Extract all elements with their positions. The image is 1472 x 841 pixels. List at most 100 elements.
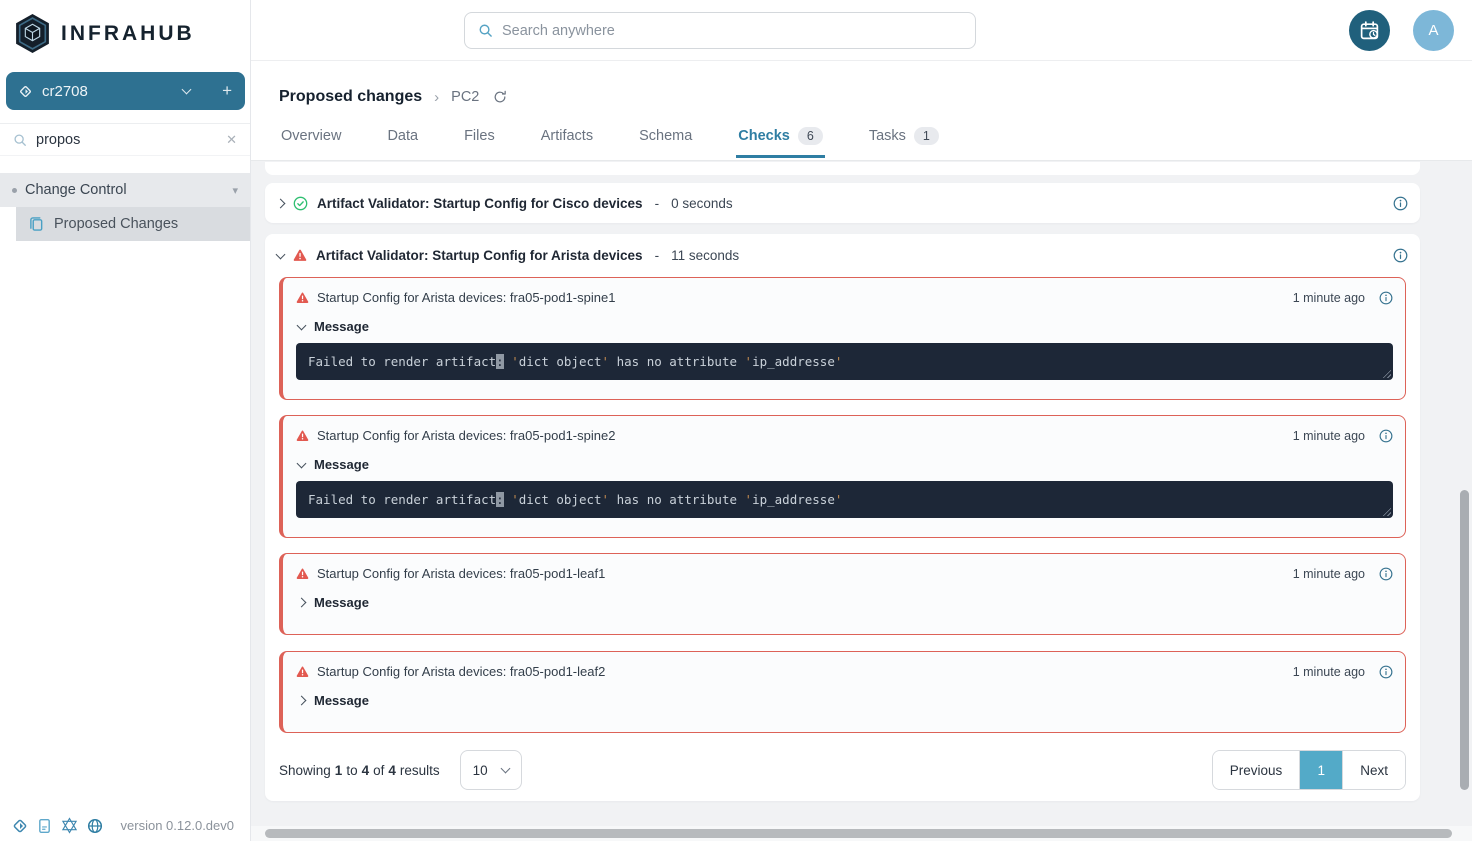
chevron-down-icon[interactable] — [297, 320, 307, 330]
resize-handle[interactable] — [1382, 369, 1391, 378]
chevron-down-icon[interactable] — [297, 458, 307, 468]
global-search — [464, 12, 976, 49]
tab-overview[interactable]: Overview — [279, 125, 343, 158]
horizontal-scrollbar-thumb[interactable] — [265, 829, 1452, 838]
clear-search-icon[interactable]: ✕ — [226, 132, 237, 148]
info-icon[interactable] — [1379, 665, 1393, 679]
text-cursor: : — [496, 492, 504, 507]
page-size-select[interactable]: 10 — [460, 750, 522, 790]
chevron-right-icon[interactable] — [297, 696, 307, 706]
schedule-button[interactable] — [1349, 10, 1390, 51]
check-timestamp: 1 minute ago — [1293, 567, 1365, 581]
refresh-icon[interactable] — [493, 90, 507, 104]
info-icon[interactable] — [1379, 291, 1393, 305]
app-logo-text: INFRAHUB — [61, 22, 195, 46]
proposed-changes-icon — [29, 216, 44, 232]
check-timestamp: 1 minute ago — [1293, 291, 1365, 305]
check-card-spine1: Startup Config for Arista devices: fra05… — [279, 277, 1406, 400]
check-title: Startup Config for Arista devices: fra05… — [317, 290, 615, 305]
tab-files[interactable]: Files — [462, 125, 497, 158]
info-icon[interactable] — [1379, 429, 1393, 443]
branch-footer-icon[interactable] — [12, 818, 28, 834]
tab-data[interactable]: Data — [385, 125, 420, 158]
validator-row-arista[interactable]: Artifact Validator: Startup Config for A… — [265, 234, 1420, 277]
separator: - — [655, 248, 660, 263]
app-logo[interactable]: INFRAHUB — [0, 0, 250, 56]
message-toggle[interactable]: Message — [296, 595, 1393, 610]
graphql-icon[interactable] — [61, 817, 78, 834]
success-check-icon — [293, 196, 308, 211]
validator-name: Artifact Validator: Startup Config for C… — [317, 196, 643, 211]
check-title: Startup Config for Arista devices: fra05… — [317, 428, 615, 443]
validator-row-cisco[interactable]: Artifact Validator: Startup Config for C… — [265, 183, 1420, 223]
validator-duration: 11 seconds — [671, 248, 739, 263]
search-icon — [13, 133, 27, 147]
checks-count-badge: 6 — [798, 127, 823, 145]
message-toggle[interactable]: Message — [296, 457, 1393, 472]
pager: Previous 1 Next — [1212, 750, 1406, 790]
sidebar-group-change-control[interactable]: Change Control ▾ — [0, 173, 250, 207]
check-title: Startup Config for Arista devices: fra05… — [317, 566, 605, 581]
error-message-output[interactable]: Failed to render artifact: 'dict object'… — [296, 343, 1393, 380]
validator-duration: 0 seconds — [671, 196, 733, 211]
tab-artifacts[interactable]: Artifacts — [539, 125, 595, 158]
branch-selector[interactable]: cr2708 + — [6, 72, 245, 110]
main-area: A Proposed changes › PC2 Overview Data F… — [251, 0, 1472, 841]
info-icon[interactable] — [1379, 567, 1393, 581]
scrolled-card-edge — [265, 162, 1420, 175]
sidebar-item-proposed-changes[interactable]: Proposed Changes — [16, 207, 250, 241]
check-card-leaf1: Startup Config for Arista devices: fra05… — [279, 553, 1406, 635]
tab-schema[interactable]: Schema — [637, 125, 694, 158]
message-toggle[interactable]: Message — [296, 693, 1393, 708]
sidebar-search: ✕ — [0, 123, 250, 156]
page-1-button[interactable]: 1 — [1299, 751, 1342, 789]
text-cursor: : — [496, 354, 504, 369]
dropdown-triangle-icon: ▾ — [232, 184, 238, 197]
horizontal-scrollbar[interactable] — [251, 826, 1472, 841]
check-card-spine2: Startup Config for Arista devices: fra05… — [279, 415, 1406, 538]
error-warning-icon — [293, 249, 307, 262]
validator-name: Artifact Validator: Startup Config for A… — [316, 248, 643, 263]
info-icon[interactable] — [1393, 196, 1408, 211]
openapi-icon[interactable] — [87, 818, 103, 834]
chevron-right-icon[interactable] — [297, 598, 307, 608]
sidebar: INFRAHUB cr2708 + ✕ Change Control ▾ Pro… — [0, 0, 251, 841]
user-avatar[interactable]: A — [1413, 10, 1454, 51]
resize-handle[interactable] — [1382, 507, 1391, 516]
calendar-clock-icon — [1359, 20, 1380, 41]
sidebar-footer: version 0.12.0.dev0 — [0, 817, 250, 834]
chevron-down-icon[interactable] — [276, 249, 286, 259]
chevron-down-icon — [500, 764, 510, 774]
tasks-count-badge: 1 — [914, 127, 939, 145]
sidebar-group-label: Change Control — [25, 182, 127, 198]
results-summary: Showing 1 to 4 of 4 results — [279, 763, 440, 778]
topbar: A — [251, 0, 1472, 61]
sidebar-item-label: Proposed Changes — [54, 216, 178, 232]
checks-panel: Artifact Validator: Startup Config for C… — [251, 161, 1472, 841]
validator-card-arista: Artifact Validator: Startup Config for A… — [265, 234, 1420, 801]
vertical-scrollbar-thumb[interactable] — [1460, 490, 1469, 790]
add-branch-button[interactable]: + — [222, 81, 232, 101]
page-title[interactable]: Proposed changes — [279, 88, 422, 106]
tab-checks[interactable]: Checks 6 — [736, 125, 825, 158]
info-icon[interactable] — [1393, 248, 1408, 263]
error-message-output[interactable]: Failed to render artifact: 'dict object'… — [296, 481, 1393, 518]
docs-icon[interactable] — [37, 818, 52, 834]
message-toggle[interactable]: Message — [296, 319, 1393, 334]
chevron-down-icon — [182, 85, 192, 95]
branch-icon — [19, 85, 32, 98]
infrahub-logo-icon — [14, 13, 51, 54]
chevron-right-icon[interactable] — [276, 198, 286, 208]
check-title: Startup Config for Arista devices: fra05… — [317, 664, 605, 679]
sidebar-search-input[interactable] — [36, 132, 196, 148]
tab-tasks[interactable]: Tasks 1 — [867, 125, 941, 158]
check-timestamp: 1 minute ago — [1293, 429, 1365, 443]
tab-bar: Overview Data Files Artifacts Schema Che… — [279, 125, 1472, 158]
previous-page-button[interactable]: Previous — [1213, 751, 1300, 789]
branch-name: cr2708 — [42, 83, 88, 100]
next-page-button[interactable]: Next — [1342, 751, 1405, 789]
pagination: Showing 1 to 4 of 4 results 10 Previous … — [279, 750, 1406, 790]
error-warning-icon — [296, 430, 309, 442]
global-search-input[interactable] — [502, 23, 962, 39]
error-warning-icon — [296, 292, 309, 304]
